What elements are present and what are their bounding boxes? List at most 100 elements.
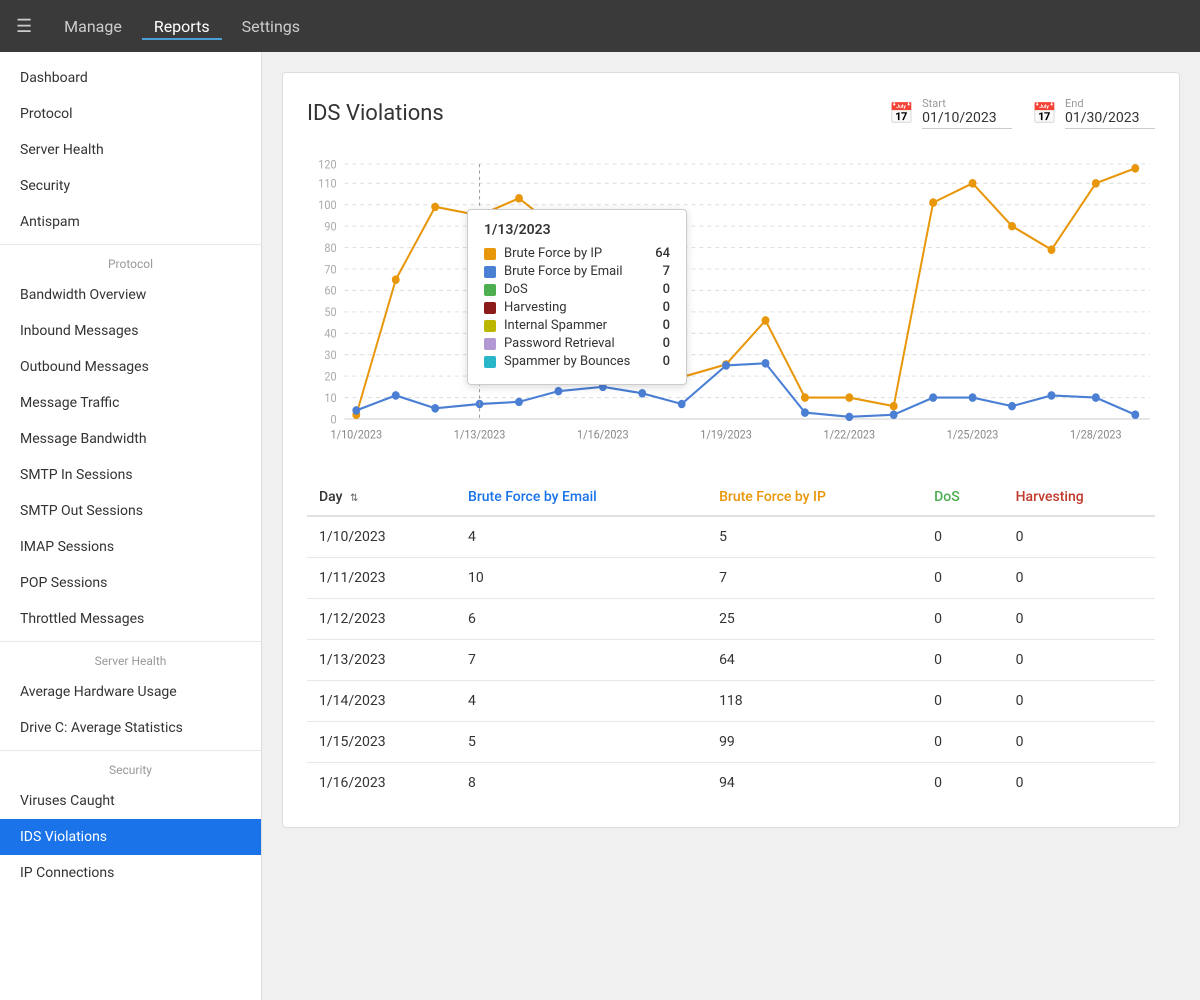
svg-text:10: 10	[324, 390, 336, 405]
svg-text:1/22/2023: 1/22/2023	[824, 427, 876, 442]
cell-day: 1/12/2023	[307, 599, 456, 640]
sidebar-item-viruses[interactable]: Viruses Caught	[0, 783, 261, 819]
sidebar-item-outbound-messages[interactable]: Outbound Messages	[0, 349, 261, 385]
cell-dos: 0	[922, 599, 1003, 640]
sidebar-item-message-bandwidth[interactable]: Message Bandwidth	[0, 421, 261, 457]
start-date-value[interactable]: 01/10/2023	[922, 110, 1012, 129]
cell-harvesting: 0	[1004, 722, 1155, 763]
tooltip-value: 0	[650, 282, 670, 297]
svg-text:100: 100	[318, 198, 336, 213]
cell-day: 1/11/2023	[307, 558, 456, 599]
sidebar-item-inbound-messages[interactable]: Inbound Messages	[0, 313, 261, 349]
tooltip-row: Internal Spammer 0	[484, 318, 670, 333]
col-header-dos: DoS	[922, 479, 1003, 516]
cell-day: 1/14/2023	[307, 681, 456, 722]
col-header-ip: Brute Force by IP	[707, 479, 922, 516]
cell-harvesting: 0	[1004, 558, 1155, 599]
svg-text:90: 90	[324, 219, 336, 234]
svg-text:0: 0	[330, 412, 336, 427]
sidebar-item-smtp-in[interactable]: SMTP In Sessions	[0, 457, 261, 493]
cell-dos: 0	[922, 681, 1003, 722]
nav-reports[interactable]: Reports	[142, 13, 222, 40]
cell-email: 7	[456, 640, 707, 681]
data-table: Day ⇅ Brute Force by Email Brute Force b…	[307, 479, 1155, 803]
sidebar-item-ip-connections[interactable]: IP Connections	[0, 855, 261, 891]
cell-ip: 99	[707, 722, 922, 763]
tooltip-color-swatch	[484, 284, 496, 296]
tooltip-value: 0	[650, 336, 670, 351]
sidebar-item-imap[interactable]: IMAP Sessions	[0, 529, 261, 565]
svg-text:120: 120	[318, 157, 336, 172]
sidebar-item-protocol[interactable]: Protocol	[0, 96, 261, 132]
svg-text:1/19/2023: 1/19/2023	[700, 427, 752, 442]
tooltip-value: 0	[650, 354, 670, 369]
table-row: 1/13/2023 7 64 0 0	[307, 640, 1155, 681]
top-nav: ☰ Manage Reports Settings	[0, 0, 1200, 52]
svg-text:50: 50	[324, 305, 336, 320]
col-header-harvesting: Harvesting	[1004, 479, 1155, 516]
tooltip-row: Harvesting 0	[484, 300, 670, 315]
tooltip-row: Password Retrieval 0	[484, 336, 670, 351]
sidebar-item-smtp-out[interactable]: SMTP Out Sessions	[0, 493, 261, 529]
sidebar-item-ids[interactable]: IDS Violations	[0, 819, 261, 855]
tooltip-value: 0	[650, 318, 670, 333]
cell-harvesting: 0	[1004, 516, 1155, 558]
svg-text:60: 60	[324, 283, 336, 298]
cell-ip: 25	[707, 599, 922, 640]
cell-day: 1/16/2023	[307, 763, 456, 804]
col-header-day[interactable]: Day ⇅	[307, 479, 456, 516]
section-label-server-health: Server Health	[0, 641, 261, 674]
report-title: IDS Violations	[307, 101, 889, 126]
tooltip-row: Brute Force by IP 64	[484, 246, 670, 261]
cell-harvesting: 0	[1004, 763, 1155, 804]
svg-text:1/28/2023: 1/28/2023	[1070, 427, 1122, 442]
svg-text:70: 70	[324, 262, 336, 277]
nav-settings[interactable]: Settings	[230, 13, 312, 40]
cell-email: 5	[456, 722, 707, 763]
cell-email: 10	[456, 558, 707, 599]
tooltip-date: 1/13/2023	[484, 222, 670, 238]
svg-text:20: 20	[324, 369, 336, 384]
sidebar-item-message-traffic[interactable]: Message Traffic	[0, 385, 261, 421]
hamburger-icon[interactable]: ☰	[16, 16, 32, 37]
sidebar-item-bandwidth-overview[interactable]: Bandwidth Overview	[0, 277, 261, 313]
tooltip-value: 0	[650, 300, 670, 315]
date-controls: 📅 Start 01/10/2023 📅 End 01/30/2023	[889, 97, 1155, 129]
cell-day: 1/15/2023	[307, 722, 456, 763]
sidebar-item-dashboard[interactable]: Dashboard	[0, 60, 261, 96]
report-header: IDS Violations 📅 Start 01/10/2023 📅 End	[307, 97, 1155, 129]
tooltip-row: Spammer by Bounces 0	[484, 354, 670, 369]
nav-manage[interactable]: Manage	[52, 13, 134, 40]
sort-icon: ⇅	[350, 493, 358, 504]
cell-email: 4	[456, 681, 707, 722]
svg-text:1/10/2023: 1/10/2023	[331, 427, 383, 442]
end-calendar-icon[interactable]: 📅	[1032, 101, 1057, 125]
table-row: 1/15/2023 5 99 0 0	[307, 722, 1155, 763]
svg-text:110: 110	[318, 176, 336, 191]
cell-ip: 94	[707, 763, 922, 804]
cell-harvesting: 0	[1004, 640, 1155, 681]
chart-container: 120 110 100 90 80 70 60 50 40	[307, 149, 1155, 449]
svg-text:1/13/2023: 1/13/2023	[454, 427, 506, 442]
tooltip-value: 64	[650, 246, 670, 261]
main-content: IDS Violations 📅 Start 01/10/2023 📅 End	[262, 52, 1200, 1000]
table-row: 1/16/2023 8 94 0 0	[307, 763, 1155, 804]
sidebar-item-pop[interactable]: POP Sessions	[0, 565, 261, 601]
end-date-value[interactable]: 01/30/2023	[1065, 110, 1155, 129]
table-row: 1/12/2023 6 25 0 0	[307, 599, 1155, 640]
sidebar-item-antispam[interactable]: Antispam	[0, 204, 261, 240]
sidebar-item-drive-c[interactable]: Drive C: Average Statistics	[0, 710, 261, 746]
sidebar-item-avg-hardware[interactable]: Average Hardware Usage	[0, 674, 261, 710]
chart-svg: 120 110 100 90 80 70 60 50 40	[307, 149, 1155, 449]
cell-email: 4	[456, 516, 707, 558]
sidebar-item-security[interactable]: Security	[0, 168, 261, 204]
tooltip-label: DoS	[504, 282, 650, 297]
cell-ip: 7	[707, 558, 922, 599]
sidebar-item-throttled[interactable]: Throttled Messages	[0, 601, 261, 637]
chart-tooltip: 1/13/2023 Brute Force by IP 64 Brute For…	[467, 209, 687, 385]
sidebar-item-server-health[interactable]: Server Health	[0, 132, 261, 168]
cell-dos: 0	[922, 763, 1003, 804]
tooltip-row: Brute Force by Email 7	[484, 264, 670, 279]
cell-day: 1/13/2023	[307, 640, 456, 681]
start-calendar-icon[interactable]: 📅	[889, 101, 914, 125]
